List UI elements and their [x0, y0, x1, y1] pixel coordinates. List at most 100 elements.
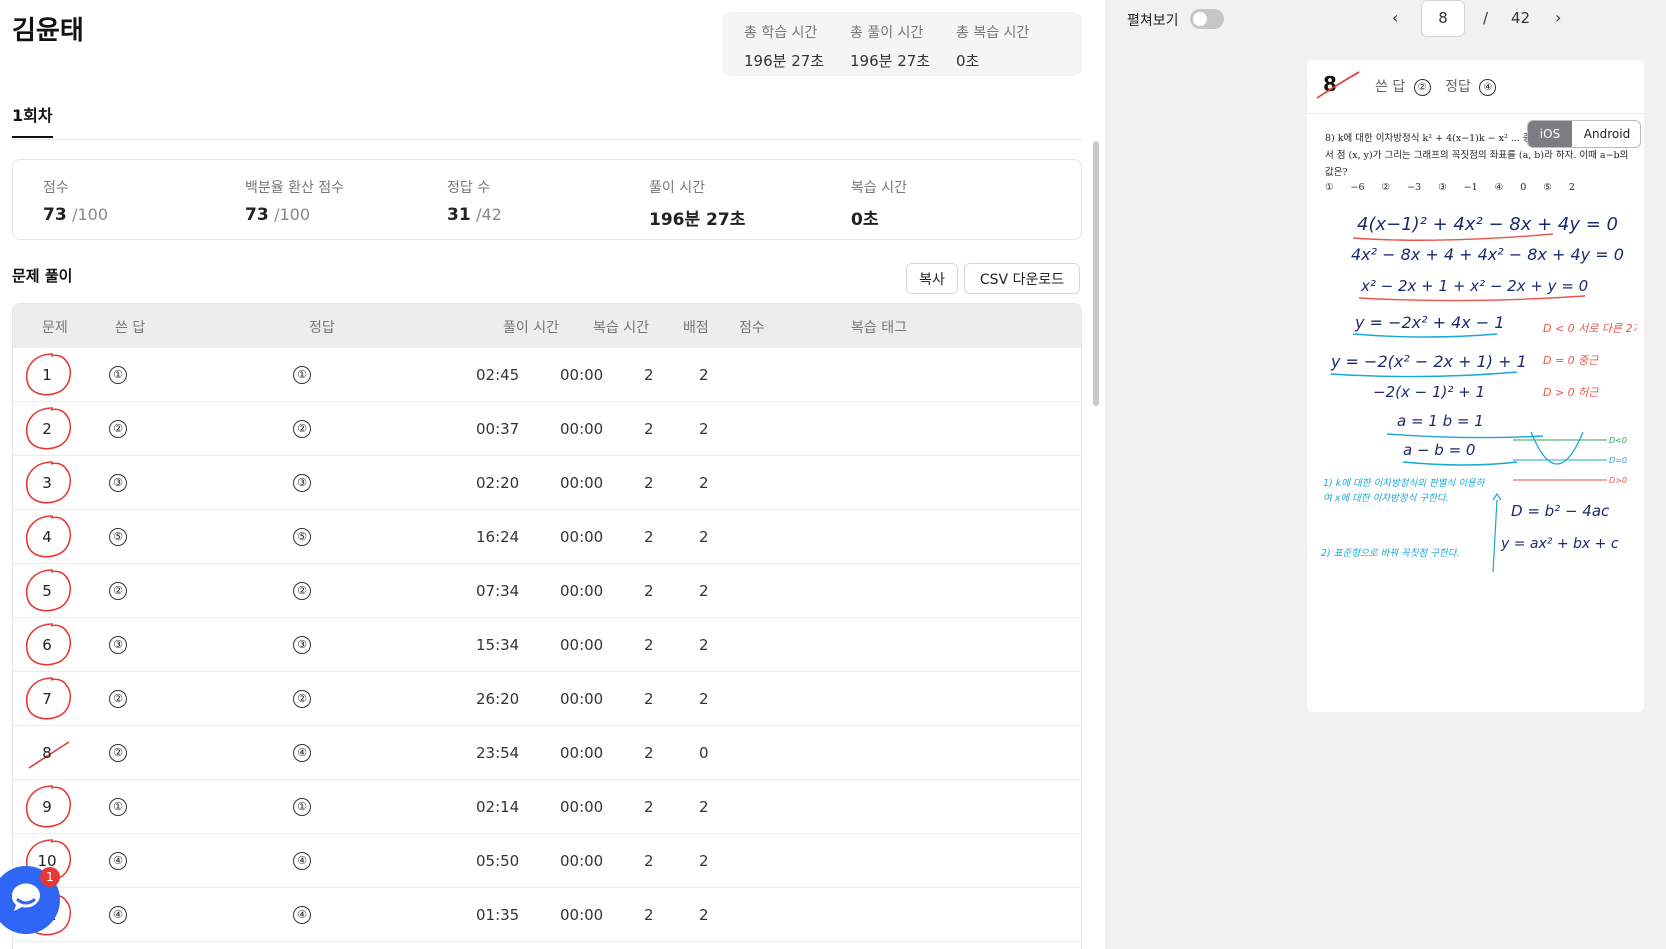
- problem-number: 2: [42, 420, 52, 438]
- left-scrollbar[interactable]: [1093, 141, 1099, 406]
- score: 2: [699, 852, 709, 870]
- hw-line-7: a = 1 b = 1: [1397, 412, 1484, 430]
- col-num: 문제: [42, 320, 68, 336]
- correct-answer: ①: [293, 798, 311, 816]
- solve-time: 16:24: [476, 528, 520, 546]
- table-row[interactable]: 3 ③ ③ 02:20 00:00 2 2: [13, 456, 1081, 510]
- col-answer: 정답: [309, 320, 335, 336]
- problem-number: 6: [42, 636, 52, 654]
- table-row[interactable]: 7 ② ② 26:20 00:00 2 2: [13, 672, 1081, 726]
- sheet-divider: [1307, 113, 1644, 114]
- table-row[interactable]: 11④④01:3500:0022: [13, 888, 1081, 942]
- review-time: 00:00: [560, 690, 604, 708]
- summary-solve-time: 풀이 시간 196분 27초: [649, 180, 746, 230]
- tab-session-1[interactable]: 1회차: [12, 102, 53, 138]
- review-time: 00:00: [560, 636, 604, 654]
- hw-discriminant: D = b² − 4ac: [1511, 502, 1610, 520]
- summary-review-time: 복습 시간 0초: [851, 180, 907, 230]
- totals-panel: 총 학습 시간 196분 27초 총 풀이 시간 196분 27초 총 복습 시…: [722, 12, 1082, 76]
- total-review-time: 총 복습 시간 0초: [956, 25, 1030, 70]
- solve-time: 23:54: [476, 744, 520, 762]
- solve-time: 05:50: [476, 852, 520, 870]
- correct-answer: ②: [293, 420, 311, 438]
- problem-number: 1: [42, 366, 52, 384]
- page-number-input[interactable]: 8: [1421, 0, 1465, 37]
- next-page-icon[interactable]: ›: [1555, 8, 1561, 27]
- score: 2: [699, 474, 709, 492]
- points: 2: [644, 852, 654, 870]
- copy-button[interactable]: 복사: [906, 263, 958, 294]
- score: 2: [699, 366, 709, 384]
- score: 2: [699, 636, 709, 654]
- total-study-time: 총 학습 시간 196분 27초: [744, 25, 825, 70]
- handwritten-work: 4(x−1)² + 4x² − 8x + 4y = 0 4x² − 8x + 4…: [1321, 214, 1637, 573]
- written-answer: ②: [109, 690, 127, 708]
- table-row[interactable]: 9 ① ① 02:14 00:00 2 2: [13, 780, 1081, 834]
- correct-answer: ④: [293, 906, 311, 924]
- table-row[interactable]: 1 ① ① 02:45 00:00 2 2: [13, 348, 1081, 402]
- written-answer: ①: [109, 798, 127, 816]
- correct-answer: ①: [293, 366, 311, 384]
- table-row[interactable]: 2 ② ② 00:37 00:00 2 2: [13, 402, 1081, 456]
- points: 2: [644, 798, 654, 816]
- csv-download-button[interactable]: CSV 다운로드: [964, 263, 1080, 294]
- hw-quadratic: y = ax² + bx + c: [1500, 536, 1619, 552]
- hw-line-2: 4x² − 8x + 4 + 4x² − 8x + 4y = 0: [1351, 245, 1624, 264]
- hw-line-4: y = −2x² + 4x − 1: [1354, 313, 1505, 332]
- points: 2: [644, 366, 654, 384]
- points: 2: [644, 636, 654, 654]
- problem-number: 7: [42, 690, 52, 708]
- score: 2: [699, 420, 709, 438]
- table-row[interactable]: 10 ④ ④ 05:50 00:00 2 2: [13, 834, 1081, 888]
- spread-view-toggle[interactable]: [1190, 9, 1224, 29]
- hw-note-d-pos: D > 0 허근: [1543, 386, 1599, 399]
- review-time: 00:00: [560, 582, 604, 600]
- summary-correct: 정답 수 31 /42: [447, 180, 502, 225]
- points: 2: [644, 474, 654, 492]
- solve-time: 02:14: [476, 798, 520, 816]
- correct-answer: ②: [293, 582, 311, 600]
- written-answer: ③: [109, 474, 127, 492]
- points: 2: [644, 906, 654, 924]
- wrong-slash-icon: [1316, 71, 1360, 99]
- os-ios-option[interactable]: iOS: [1528, 121, 1572, 147]
- written-answer: ①: [109, 366, 127, 384]
- os-toggle[interactable]: iOS Android: [1527, 120, 1641, 148]
- correct-answer: ③: [293, 636, 311, 654]
- table-row[interactable]: 5 ② ② 07:34 00:00 2 2: [13, 564, 1081, 618]
- summary-card: 점수 73 /100 백분율 환산 점수 73 /100 정답 수 31 /42…: [12, 159, 1082, 240]
- spread-view-label: 펼쳐보기: [1127, 13, 1179, 29]
- solve-time: 01:35: [476, 906, 520, 924]
- points: 2: [644, 420, 654, 438]
- hw-graph-d-neg: D<0: [1609, 436, 1627, 445]
- written-answer: ④: [109, 852, 127, 870]
- solve-time: 02:45: [476, 366, 520, 384]
- correct-answer: ④: [293, 744, 311, 762]
- table-row[interactable]: 6 ③ ③ 15:34 00:00 2 2: [13, 618, 1081, 672]
- table-row[interactable]: 4 ⑤ ⑤ 16:24 00:00 2 2: [13, 510, 1081, 564]
- hw-step-1: 1) k에 대한 이차방정식의 판별식 이용하여 x에 대한 이차방정식 구한다…: [1323, 478, 1484, 504]
- col-score: 점수: [739, 320, 765, 336]
- os-android-option[interactable]: Android: [1572, 121, 1640, 147]
- points: 2: [644, 744, 654, 762]
- table-row[interactable]: 8 ② ④ 23:54 00:00 2 0: [13, 726, 1081, 780]
- written-answer: ②: [109, 420, 127, 438]
- col-written: 쓴 답: [115, 320, 146, 336]
- hw-line-8: a − b = 0: [1403, 441, 1475, 459]
- points: 2: [644, 528, 654, 546]
- written-answer: ⑤: [109, 528, 127, 546]
- hw-step-2: 2) 표준형으로 바꿔 꼭짓점 구한다.: [1321, 548, 1459, 559]
- total-solve-time: 총 풀이 시간 196분 27초: [850, 25, 931, 70]
- solve-time: 02:20: [476, 474, 520, 492]
- summary-percent: 백분율 환산 점수 73 /100: [245, 180, 345, 225]
- answer-summary: 쓴 답 ② 정답 ④: [1375, 76, 1506, 96]
- question-choices: ① −6 ② −3 ③ −1 ④ 0 ⑤ 2: [1325, 182, 1575, 193]
- page-total: 42: [1511, 9, 1531, 27]
- problem-number: 9: [42, 798, 52, 816]
- written-answer: ③: [109, 636, 127, 654]
- written-answer: ②: [109, 582, 127, 600]
- points: 2: [644, 582, 654, 600]
- solve-time: 26:20: [476, 690, 520, 708]
- prev-page-icon[interactable]: ‹: [1392, 8, 1398, 27]
- score: 2: [699, 798, 709, 816]
